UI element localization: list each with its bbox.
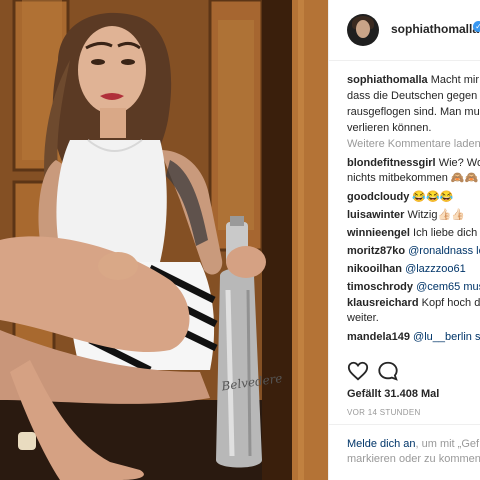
comment-username[interactable]: goodcloudy [347,191,409,203]
comment-item: klausreichard Kopf hoch da weiter. [347,296,480,328]
divider [329,424,480,425]
avatar[interactable] [347,14,379,46]
comment-item: luisawinter Witzig👍🏻👍🏻 [347,206,480,224]
comment-username[interactable]: mandela149 [347,331,410,343]
comment-text: weiter. [347,312,379,324]
comment-item: blondefitnessgirl Wie? Wo nichts mitbeko… [347,156,480,188]
comment-item: goodcloudy 😂😂😂 [347,188,480,206]
caption-text-line: dass die Deutschen gegen [347,90,478,102]
comment-username[interactable]: blondefitnessgirl [347,157,436,169]
login-prompt-text: , um mit „Gef [415,438,480,450]
comment-text: Kopf hoch da [421,297,480,309]
comment-username[interactable]: moritz87ko [347,245,405,257]
login-prompt-text: markieren oder zu kommen [347,453,480,465]
comment-username[interactable]: luisawinter [347,209,404,221]
comment-username[interactable]: nikooilhan [347,263,402,275]
comment-item: nikooilhan @lazzzoo61 [347,260,480,278]
login-prompt: Melde dich an, um mit „Gef markieren ode… [347,437,480,467]
caption-text-line: rausgeflogen sind. Man mu [347,106,480,118]
verified-badge-icon: ✓ [473,21,480,32]
comment-icon[interactable] [377,360,399,387]
post-sidebar: sophiathomalla ✓ sophiathomalla Macht mi… [328,0,480,480]
post-timestamp: VOR 14 STUNDEN [347,408,421,417]
comment-username[interactable]: klausreichard [347,297,419,309]
login-link[interactable]: Melde dich an [347,438,416,450]
comment-list: blondefitnessgirl Wie? Wo nichts mitbeko… [347,156,480,346]
post-actions [347,360,480,384]
comment-text: Witzig👍🏻👍🏻 [407,209,465,221]
comment-text: Ich liebe dich [413,227,478,239]
comment-item: timoschrody @cem65 mus [347,278,480,296]
like-count[interactable]: Gefällt 31.408 Mal [347,388,439,400]
post-caption: sophiathomalla Macht mir dass die Deutsc… [347,72,480,136]
load-more-comments-link[interactable]: Weitere Kommentare laden [347,138,480,150]
comment-item: mandela149 @lu__berlin sh [347,328,480,346]
comment-text[interactable]: @lazzzoo61 [405,263,466,275]
comment-item: winnieengel Ich liebe dich [347,224,480,242]
comment-text[interactable]: @cem65 mus [416,281,480,293]
photo-illustration: Belvedere [0,0,328,480]
caption-text-line: verlieren können. [347,122,432,134]
comment-username[interactable]: winnieengel [347,227,410,239]
comment-text[interactable]: @lu__berlin sh [413,331,480,343]
heart-icon[interactable] [347,360,369,387]
comment-text[interactable]: @ronaldnass lo [408,245,480,257]
comment-text: Wie? Wo [438,157,480,169]
username-link[interactable]: sophiathomalla [391,22,479,36]
comment-item: moritz87ko @ronaldnass lo [347,242,480,260]
caption-username[interactable]: sophiathomalla [347,74,428,86]
post-photo[interactable]: Belvedere [0,0,328,480]
caption-text-line: Macht mir [430,74,480,86]
comment-username[interactable]: timoschrody [347,281,413,293]
comment-text: 😂😂😂 [412,191,454,203]
post-header: sophiathomalla ✓ [329,0,480,61]
comment-text: nichts mitbekommen 🙈🙈 [347,172,479,184]
